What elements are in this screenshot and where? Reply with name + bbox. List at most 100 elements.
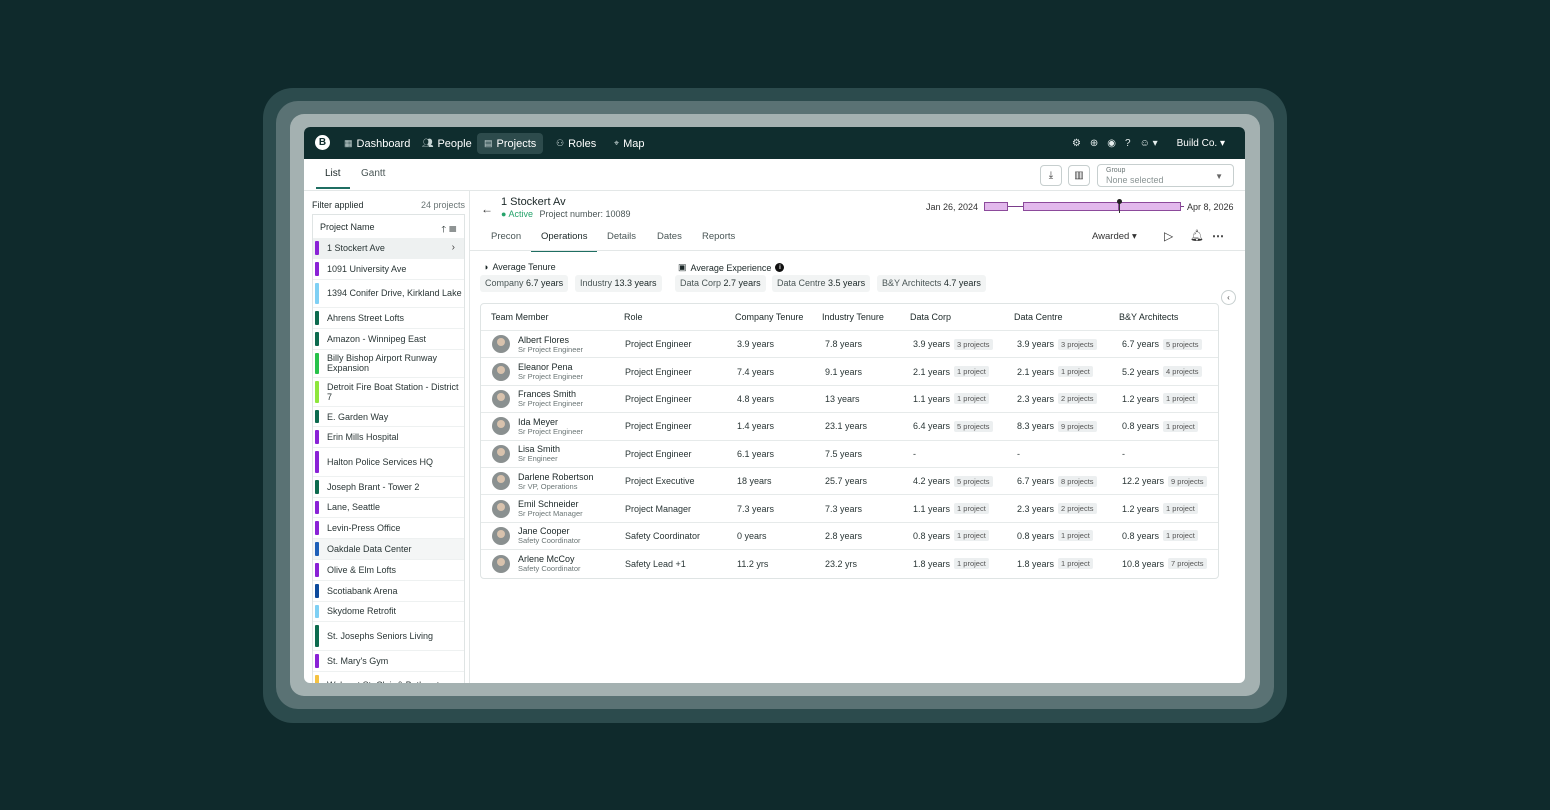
- badge-icon: ▣: [678, 262, 687, 272]
- timeline-phase[interactable]: [1023, 202, 1119, 211]
- header-data-centre[interactable]: Data Centre: [1014, 304, 1063, 330]
- sort-filter-icons[interactable]: 🡑 ☰: [441, 222, 457, 234]
- tab-dates[interactable]: Dates: [657, 231, 682, 250]
- collapse-panel-button[interactable]: ‹: [1221, 290, 1236, 305]
- nav-people[interactable]: 👥︎ People: [415, 133, 479, 154]
- sidebar-project-item[interactable]: Halton Police Services HQ: [313, 448, 464, 477]
- sidebar-project-item[interactable]: St. Josephs Seniors Living: [313, 622, 464, 651]
- tab-reports[interactable]: Reports: [702, 231, 735, 250]
- timeline-phase[interactable]: [984, 202, 1008, 211]
- sidebar-project-item[interactable]: Detroit Fire Boat Station - District 7: [313, 378, 464, 407]
- columns-button[interactable]: ▥: [1068, 165, 1090, 186]
- group-select[interactable]: Group None selected ▼: [1097, 164, 1234, 187]
- by-cell: 6.7 years 5 projects: [1122, 331, 1202, 357]
- member-name: Arlene McCoy: [518, 554, 575, 565]
- dce-cell: 2.3 years 2 projects: [1017, 386, 1097, 412]
- sidebar-project-item[interactable]: St. Mary's Gym: [313, 651, 464, 672]
- header-by-architects[interactable]: B&Y Architects: [1119, 304, 1178, 330]
- table-row[interactable]: Lisa Smith Sr Engineer Project Engineer 6.1…: [481, 441, 1218, 468]
- tabs-divider: [470, 250, 1245, 251]
- tab-details[interactable]: Details: [607, 231, 636, 250]
- header-industry-tenure[interactable]: Industry Tenure: [822, 304, 884, 330]
- sidebar-project-item[interactable]: Amazon - Winnipeg East: [313, 329, 464, 350]
- table-row[interactable]: Eleanor Pena Sr Project Engineer Project E…: [481, 358, 1218, 386]
- download-button[interactable]: ⤓: [1040, 165, 1062, 186]
- table-row[interactable]: Arlene McCoy Safety Coordinator Safety Lea…: [481, 550, 1218, 577]
- send-icon[interactable]: ▷: [1164, 229, 1173, 243]
- role-cell: Project Executive: [625, 468, 695, 494]
- dc-cell: 0.8 years 1 project: [913, 523, 989, 549]
- table-row[interactable]: Albert Flores Sr Project Engineer Project …: [481, 331, 1218, 359]
- bell-icon[interactable]: 🔔︎: [1190, 229, 1204, 242]
- sidebar-project-item[interactable]: Joseph Brant - Tower 2: [313, 477, 464, 498]
- sidebar-project-item[interactable]: 1 Stockert Ave ›: [313, 238, 464, 259]
- header-company-tenure[interactable]: Company Tenure: [735, 304, 803, 330]
- sidebar-project-item[interactable]: Scotiabank Arena: [313, 581, 464, 602]
- help-icon[interactable]: ?: [1125, 138, 1131, 149]
- header-team-member[interactable]: Team Member: [491, 304, 549, 330]
- role-cell: Safety Lead +1: [625, 550, 686, 577]
- dce-cell: 3.9 years 3 projects: [1017, 331, 1097, 357]
- project-name: Amazon - Winnipeg East: [327, 333, 427, 344]
- sidebar-project-item[interactable]: 1091 University Ave: [313, 259, 464, 280]
- experience-chip-data-centre: Data Centre 3.5 years: [772, 275, 871, 292]
- industry-cell: 13 years: [825, 386, 860, 412]
- table-row[interactable]: Darlene Robertson Sr VP, Operations Projec…: [481, 468, 1218, 496]
- sidebar-project-item[interactable]: 1394 Conifer Drive, Kirkland Lake: [313, 280, 464, 309]
- project-count-badge: 1 project: [954, 366, 989, 378]
- nav-map[interactable]: ⌖ Map: [607, 133, 651, 154]
- tab-operations[interactable]: Operations: [531, 231, 598, 252]
- sidebar-project-item[interactable]: Levin-Press Office: [313, 518, 464, 540]
- cell-value: 6.4 years: [913, 421, 951, 432]
- member-info: Frances Smith Sr Project Engineer: [518, 389, 583, 408]
- member-name: Jane Cooper: [518, 526, 570, 537]
- sidebar-project-item[interactable]: Oakdale Data Center: [313, 539, 464, 560]
- sidebar-project-item[interactable]: Erin Mills Hospital: [313, 427, 464, 449]
- nav-dashboard[interactable]: ▦ Dashboard: [337, 133, 417, 154]
- project-count: 24 projects: [420, 200, 465, 210]
- sidebar-project-item[interactable]: Walmart St. Clair & Bathurst: [313, 672, 464, 683]
- sidebar-project-item[interactable]: Skydome Retrofit: [313, 602, 464, 623]
- stage-dropdown[interactable]: Awarded ▾: [1092, 231, 1137, 242]
- nav-roles[interactable]: ⚇ Roles: [549, 133, 603, 154]
- chip-label: Data Centre: [777, 278, 826, 288]
- project-count-badge: 1 project: [954, 393, 989, 405]
- header-data-corp[interactable]: Data Corp: [910, 304, 951, 330]
- cell-value: Project Engineer: [625, 448, 692, 459]
- tab-gantt[interactable]: Gantt: [361, 168, 385, 187]
- member-name: Ida Meyer: [518, 416, 559, 427]
- sidebar-project-item[interactable]: Ahrens Street Lofts: [313, 308, 464, 329]
- filter-label[interactable]: Filter applied: [312, 200, 364, 210]
- settings-icon[interactable]: ⚙: [1072, 138, 1081, 149]
- user-menu-icon[interactable]: ☺ ▾: [1140, 138, 1158, 149]
- sidebar-project-item[interactable]: Lane, Seattle: [313, 498, 464, 519]
- eye-icon[interactable]: ◉: [1107, 138, 1116, 149]
- cell-value: Project Engineer: [625, 421, 692, 432]
- table-row[interactable]: Frances Smith Sr Project Engineer Project …: [481, 386, 1218, 414]
- member-title: Safety Coordinator: [518, 564, 581, 574]
- table-row[interactable]: Emil Schneider Sr Project Manager Project …: [481, 495, 1218, 523]
- project-name-header[interactable]: Project Name 🡑 ☰: [312, 214, 465, 238]
- nav-projects[interactable]: ▤ Projects: [477, 133, 544, 154]
- timeline-today-dot: [1117, 199, 1122, 204]
- app-logo[interactable]: B: [315, 135, 330, 150]
- role-cell: Project Engineer: [625, 413, 692, 439]
- timeline-phase[interactable]: [1119, 202, 1181, 211]
- cell-value: 0.8 years: [1122, 421, 1160, 432]
- tab-list[interactable]: List: [316, 168, 350, 189]
- info-icon[interactable]: i: [775, 263, 785, 272]
- tab-precon[interactable]: Precon: [491, 231, 521, 250]
- sidebar-project-item[interactable]: Billy Bishop Airport Runway Expansion: [313, 350, 464, 379]
- back-arrow-icon[interactable]: ←: [481, 202, 493, 216]
- table-row[interactable]: Jane Cooper Safety Coordinator Safety Coor…: [481, 523, 1218, 551]
- globe-icon[interactable]: ⊕: [1090, 138, 1098, 149]
- sidebar-project-item[interactable]: Olive & Elm Lofts: [313, 560, 464, 581]
- sidebar-project-item[interactable]: E. Garden Way: [313, 407, 464, 428]
- table-row[interactable]: Ida Meyer Sr Project Engineer Project Engi…: [481, 413, 1218, 441]
- company-switcher[interactable]: Build Co. ▾: [1177, 138, 1225, 149]
- building-icon: ▤: [484, 138, 493, 148]
- header-role[interactable]: Role: [624, 304, 643, 330]
- project-name: Levin-Press Office: [327, 523, 401, 534]
- more-icon[interactable]: ⋯: [1212, 229, 1224, 243]
- project-timeline[interactable]: [984, 199, 1184, 215]
